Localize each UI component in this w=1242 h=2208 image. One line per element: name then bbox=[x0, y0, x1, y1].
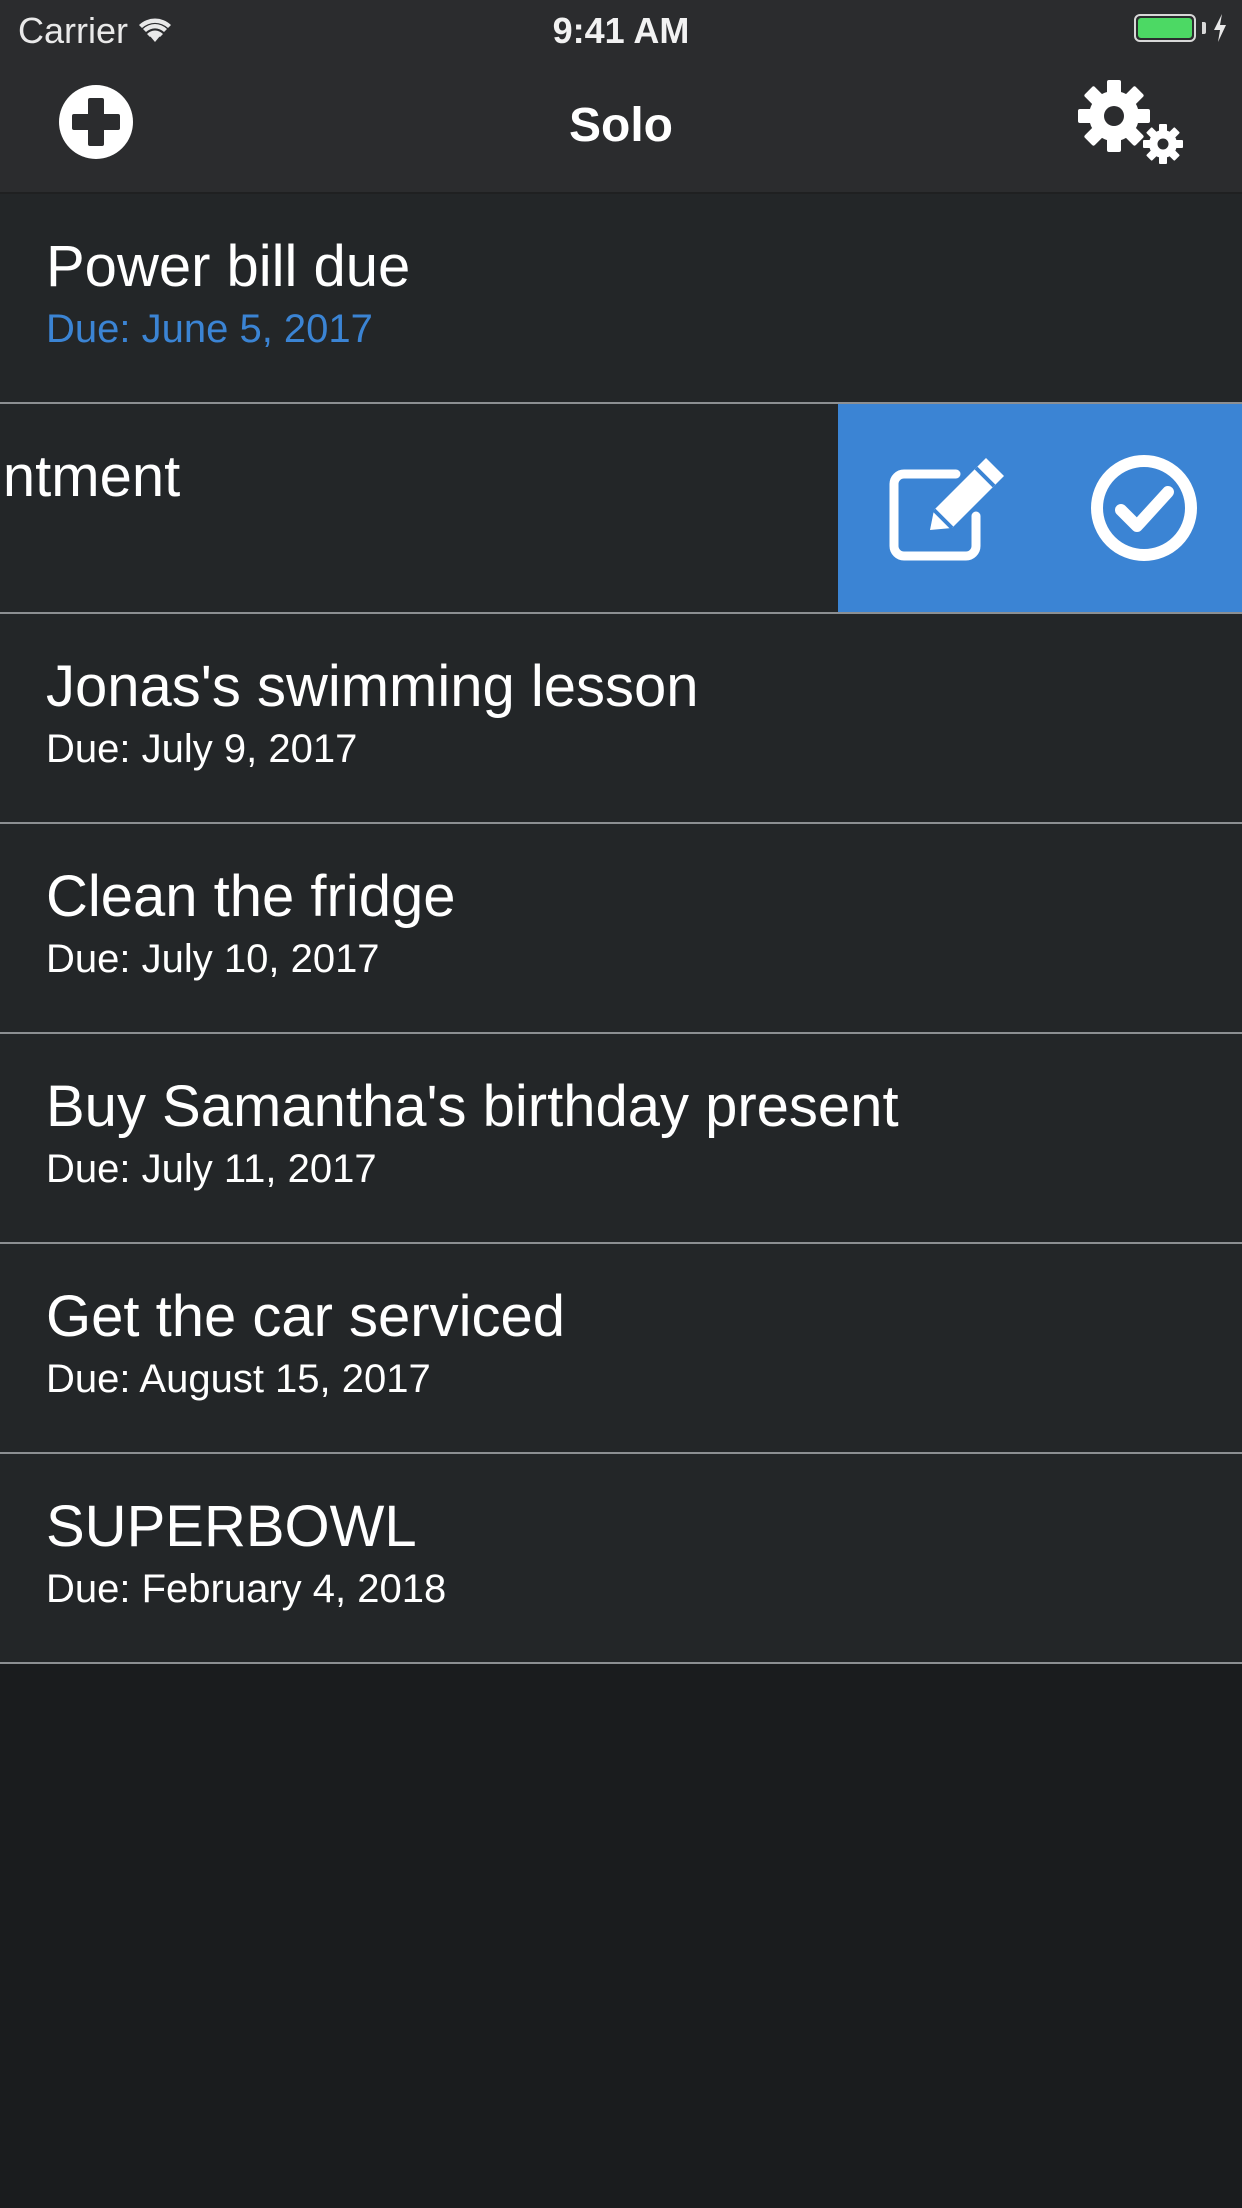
battery-indicator bbox=[1134, 14, 1228, 42]
battery-icon bbox=[1134, 14, 1196, 42]
task-title: Jonas's swimming lesson bbox=[46, 654, 699, 719]
task-row-content: Buy Samantha's birthday present Due: Jul… bbox=[46, 1074, 899, 1194]
charging-bolt-icon bbox=[1214, 14, 1226, 42]
swipe-actions bbox=[838, 404, 1242, 612]
task-list: Power bill due Due: June 5, 2017 intment bbox=[0, 194, 1242, 1664]
task-title: Clean the fridge bbox=[46, 864, 456, 929]
status-bar: Carrier 9:41 AM bbox=[0, 0, 1242, 60]
task-due-date: Due: July 9, 2017 bbox=[46, 727, 358, 771]
edit-icon[interactable] bbox=[886, 454, 1010, 564]
task-due-date: Due: July 10, 2017 bbox=[46, 937, 380, 981]
task-row[interactable]: Power bill due Due: June 5, 2017 bbox=[0, 194, 1242, 404]
task-row-content: Get the car serviced Due: August 15, 201… bbox=[46, 1284, 565, 1404]
task-due-date: Due: July 11, 2017 bbox=[46, 1147, 377, 1191]
task-due-date: Due: February 4, 2018 bbox=[46, 1567, 447, 1611]
gears-icon[interactable] bbox=[1078, 80, 1184, 166]
check-circle-icon[interactable] bbox=[1090, 454, 1198, 562]
task-row[interactable]: Get the car serviced Due: August 15, 201… bbox=[0, 1244, 1242, 1454]
battery-tip bbox=[1202, 22, 1206, 34]
task-row-content: intment bbox=[0, 444, 180, 510]
task-title: Power bill due bbox=[46, 234, 411, 299]
task-row[interactable]: Jonas's swimming lesson Due: July 9, 201… bbox=[0, 614, 1242, 824]
app-screen: Carrier 9:41 AM Solo Power bill due Due:… bbox=[0, 0, 1242, 2208]
task-row[interactable]: Clean the fridge Due: July 10, 2017 bbox=[0, 824, 1242, 1034]
status-time: 9:41 AM bbox=[552, 10, 690, 51]
page-title: Solo bbox=[569, 99, 673, 152]
task-title: intment bbox=[0, 444, 181, 509]
navigation-bar: Solo bbox=[0, 60, 1242, 194]
task-row-swiped[interactable]: intment bbox=[0, 404, 1242, 614]
task-row-content: SUPERBOWL Due: February 4, 2018 bbox=[46, 1494, 446, 1614]
task-row-content: Power bill due Due: June 5, 2017 bbox=[46, 234, 410, 354]
task-due-date: Due: August 15, 2017 bbox=[46, 1357, 431, 1401]
battery-level bbox=[1138, 18, 1192, 38]
task-title: Buy Samantha's birthday present bbox=[46, 1074, 899, 1139]
task-row[interactable]: SUPERBOWL Due: February 4, 2018 bbox=[0, 1454, 1242, 1664]
task-title: SUPERBOWL bbox=[46, 1494, 417, 1559]
task-title: Get the car serviced bbox=[46, 1284, 565, 1349]
task-due-date: Due: June 5, 2017 bbox=[46, 307, 373, 351]
task-row-content: Clean the fridge Due: July 10, 2017 bbox=[46, 864, 455, 984]
task-row-content: Jonas's swimming lesson Due: July 9, 201… bbox=[46, 654, 699, 774]
task-row[interactable]: Buy Samantha's birthday present Due: Jul… bbox=[0, 1034, 1242, 1244]
